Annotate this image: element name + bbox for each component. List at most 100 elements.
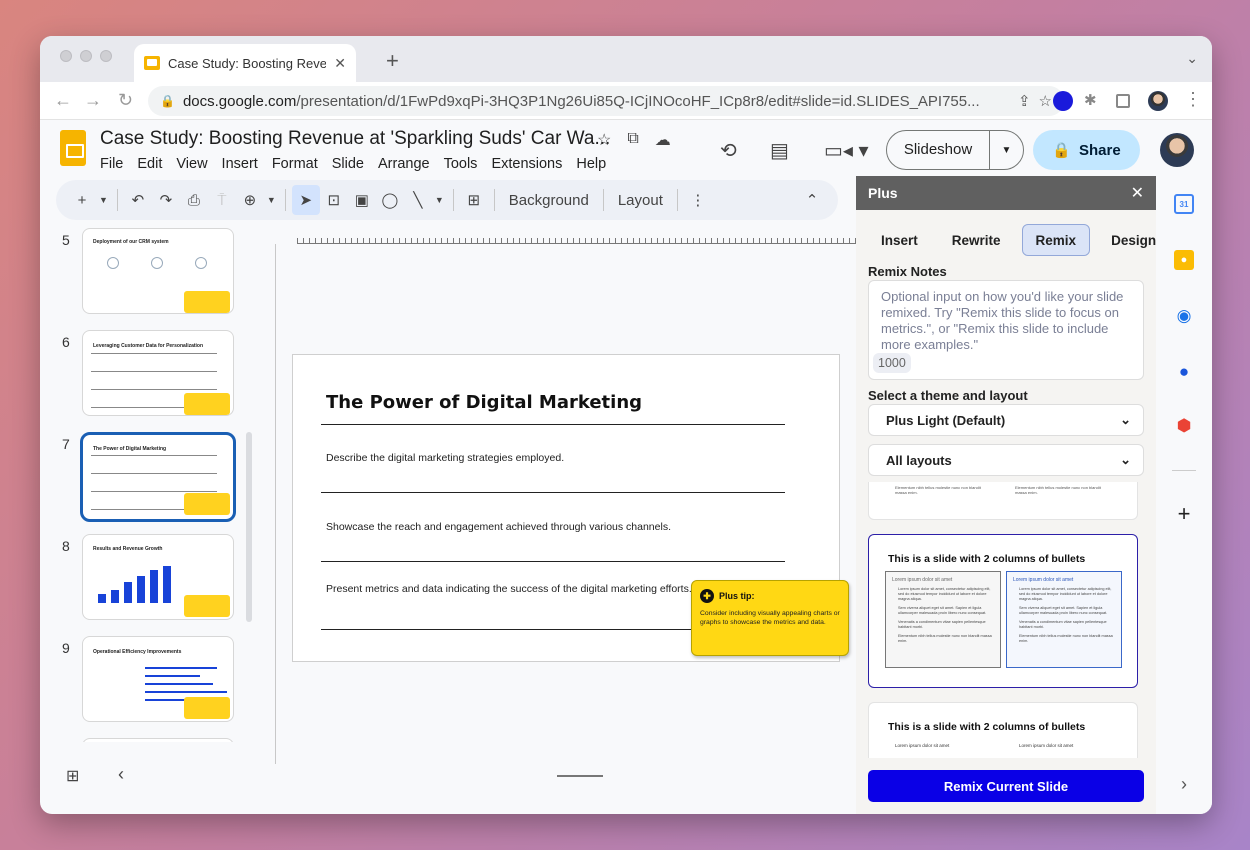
extensions-puzzle-icon[interactable]: ✱	[1084, 91, 1104, 111]
extension-plus-icon[interactable]	[1053, 91, 1073, 111]
slide-thumbnail[interactable]: Results and Revenue Growth	[82, 534, 234, 620]
theme-select[interactable]: Plus Light (Default) ⌄	[868, 404, 1144, 436]
shape-icon[interactable]: ◯	[376, 185, 404, 215]
image-icon[interactable]: ▣	[348, 185, 376, 215]
account-avatar[interactable]	[1160, 133, 1194, 167]
slide-thumbnail[interactable]: Operational Efficiency Improvements	[82, 636, 234, 722]
remix-notes-input[interactable]: Optional input on how you'd like your sl…	[868, 280, 1144, 380]
menu-view[interactable]: View	[176, 156, 207, 172]
url-field[interactable]: 🔒 docs.google.com/presentation/d/1FwPd9x…	[148, 86, 1064, 116]
add-addon-icon[interactable]: +	[1174, 501, 1194, 526]
collapse-filmstrip-icon[interactable]: ‹	[118, 764, 124, 785]
meet-camera-icon[interactable]: ▭◂ ▾	[824, 138, 869, 163]
close-panel-icon[interactable]: ✕	[1131, 183, 1144, 203]
horizontal-ruler[interactable]	[297, 232, 857, 244]
grid-view-icon[interactable]: ⊞	[66, 766, 79, 786]
side-panel-icon[interactable]	[1116, 94, 1130, 108]
paint-format-icon[interactable]: ⍑	[208, 185, 236, 215]
menu-file[interactable]: File	[100, 156, 123, 172]
sidebar-divider	[1172, 470, 1196, 471]
select-tool-icon[interactable]: ➤	[291, 185, 320, 215]
slide-thumbnail-active[interactable]: The Power of Digital Marketing	[80, 432, 236, 522]
document-title[interactable]: Case Study: Boosting Revenue at 'Sparkli…	[100, 128, 610, 150]
forward-icon[interactable]: →	[84, 90, 102, 111]
profile-avatar[interactable]	[1148, 91, 1168, 111]
menu-slide[interactable]: Slide	[332, 156, 364, 172]
menu-tools[interactable]: Tools	[444, 156, 478, 172]
zoom-window-button[interactable]	[100, 50, 112, 62]
zoom-dropdown-icon[interactable]: ▼	[264, 185, 279, 215]
tab-rewrite[interactable]: Rewrite	[939, 224, 1014, 256]
slideshow-button-group: Slideshow ▼	[886, 130, 1024, 170]
slide-title[interactable]: The Power of Digital Marketing	[326, 392, 642, 413]
remix-current-slide-button[interactable]: Remix Current Slide	[868, 770, 1144, 802]
collapse-toolbar-icon[interactable]: ⌃	[798, 185, 826, 215]
tasks-icon[interactable]: ◉	[1174, 306, 1194, 326]
contacts-icon[interactable]: ●	[1174, 362, 1194, 382]
plus-tip-callout[interactable]: ✚ Plus tip: Consider including visually …	[691, 580, 849, 656]
current-slide[interactable]: The Power of Digital Marketing Describe …	[292, 354, 849, 662]
url-domain: docs.google.com	[182, 92, 297, 110]
browser-menu-icon[interactable]: ⋮	[1184, 89, 1202, 110]
menu-arrange[interactable]: Arrange	[378, 156, 430, 172]
speaker-notes-handle[interactable]	[557, 775, 603, 777]
reload-icon[interactable]: ↻	[118, 90, 133, 111]
bookmark-star-icon[interactable]: ☆	[1039, 92, 1052, 110]
vertical-ruler[interactable]	[275, 244, 276, 764]
calendar-icon[interactable]: 31	[1174, 194, 1194, 214]
undo-icon[interactable]: ↶	[124, 185, 152, 215]
slideshow-button[interactable]: Slideshow	[887, 131, 990, 169]
back-icon[interactable]: ←	[54, 90, 72, 111]
slide-bullet[interactable]: Present metrics and data indicating the …	[326, 583, 696, 596]
filmstrip-scrollbar[interactable]	[246, 432, 252, 622]
cloud-saved-icon[interactable]: ☁	[655, 130, 671, 150]
comment-add-icon[interactable]: ⊞	[460, 185, 488, 215]
line-dropdown-icon[interactable]: ▼	[432, 185, 447, 215]
layout-card[interactable]: Elementum nibh tellus molestie nunc non …	[868, 482, 1138, 520]
redo-icon[interactable]: ↷	[152, 185, 180, 215]
close-tab-icon[interactable]: ✕	[334, 55, 346, 72]
layout-button[interactable]: Layout	[610, 192, 671, 209]
slide-thumbnail[interactable]	[82, 738, 234, 742]
maps-icon[interactable]: ⬢	[1174, 416, 1194, 436]
more-options-icon[interactable]: ⋮	[684, 185, 712, 215]
layout-card[interactable]: This is a slide with 2 columns of bullet…	[868, 702, 1138, 758]
menu-help[interactable]: Help	[576, 156, 606, 172]
zoom-icon[interactable]: ⊕	[236, 185, 264, 215]
new-slide-dropdown-icon[interactable]: ▼	[96, 185, 111, 215]
new-slide-icon[interactable]: +	[68, 185, 96, 215]
line-icon[interactable]: ╲	[404, 185, 432, 215]
slide-thumbnail[interactable]: Leveraging Customer Data for Personaliza…	[82, 330, 234, 416]
share-button[interactable]: 🔒 Share	[1033, 130, 1140, 170]
layout-card-selected[interactable]: This is a slide with 2 columns of bullet…	[868, 534, 1138, 688]
slide-thumbnail[interactable]: Deployment of our CRM system	[82, 228, 234, 314]
print-icon[interactable]: ⎙	[180, 185, 208, 215]
comments-icon[interactable]: ▤	[770, 138, 789, 163]
tab-search-chevron-icon[interactable]: ⌄	[1186, 50, 1198, 67]
expand-sidebar-icon[interactable]: ›	[1174, 774, 1194, 794]
menu-format[interactable]: Format	[272, 156, 318, 172]
text-box-icon[interactable]: ⊡	[320, 185, 348, 215]
close-window-button[interactable]	[60, 50, 72, 62]
panel-title: Plus	[868, 185, 898, 201]
new-tab-icon[interactable]: +	[386, 48, 399, 74]
slides-logo-icon[interactable]	[60, 130, 86, 166]
menu-insert[interactable]: Insert	[222, 156, 258, 172]
keep-icon[interactable]: ●	[1174, 250, 1194, 270]
menu-extensions[interactable]: Extensions	[491, 156, 562, 172]
share-page-icon[interactable]: ⇪	[1018, 92, 1031, 110]
star-icon[interactable]: ☆	[597, 130, 611, 150]
slideshow-dropdown-icon[interactable]: ▼	[990, 145, 1023, 156]
slide-bullet[interactable]: Showcase the reach and engagement achiev…	[326, 521, 696, 534]
browser-tab[interactable]: Case Study: Boosting Revenue ✕	[134, 44, 356, 82]
menu-edit[interactable]: Edit	[137, 156, 162, 172]
background-button[interactable]: Background	[501, 192, 597, 209]
character-counter: 1000	[873, 353, 911, 373]
slide-bullet[interactable]: Describe the digital marketing strategie…	[326, 452, 696, 465]
tab-remix[interactable]: Remix	[1021, 224, 1091, 256]
move-folder-icon[interactable]: ⧉	[627, 130, 638, 150]
layout-select[interactable]: All layouts ⌄	[868, 444, 1144, 476]
minimize-window-button[interactable]	[80, 50, 92, 62]
version-history-icon[interactable]: ⟲	[720, 138, 737, 163]
tab-insert[interactable]: Insert	[868, 224, 931, 256]
